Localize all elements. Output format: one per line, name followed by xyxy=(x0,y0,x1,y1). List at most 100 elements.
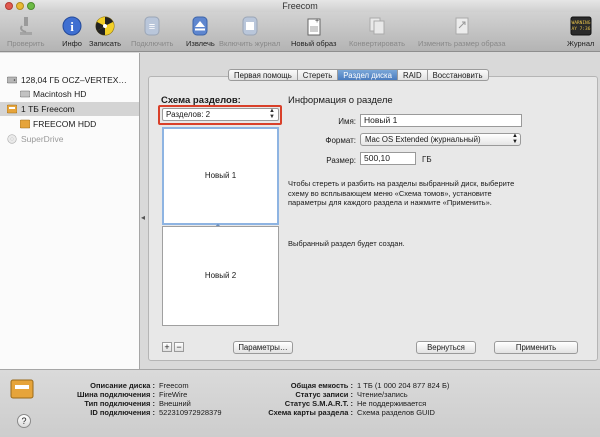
zoom-window-button[interactable] xyxy=(27,2,35,10)
name-label: Имя: xyxy=(338,117,356,126)
tab-raid[interactable]: RAID xyxy=(397,69,428,81)
volume-icon xyxy=(20,90,30,98)
detail-value: Чтение/запись xyxy=(357,390,408,399)
sidebar-item-label: Macintosh HD xyxy=(33,89,87,99)
partition-label: Новый 1 xyxy=(204,171,237,180)
toolbar-burn-label: Записать xyxy=(89,39,122,48)
toolbar-burn-button[interactable]: Записать xyxy=(89,15,121,48)
add-partition-button[interactable]: + xyxy=(162,342,172,352)
toolbar-verify-button[interactable]: Проверить xyxy=(7,15,45,48)
detail-value: 522310972928379 xyxy=(159,408,222,417)
tab-partition[interactable]: Раздел диска xyxy=(338,69,398,81)
svg-text:WARNING: WARNING xyxy=(571,20,590,26)
select-arrows-icon: ▲ ▼ xyxy=(269,108,275,120)
scheme-select-value: Разделов: 2 xyxy=(166,110,211,119)
partition-label: Новый 2 xyxy=(204,271,237,280)
close-window-button[interactable] xyxy=(5,2,13,10)
toolbar-convert-button[interactable]: Конвертировать xyxy=(349,15,405,48)
toolbar-eject-button[interactable]: Извлечь xyxy=(186,15,215,48)
hard-drive-icon xyxy=(7,76,17,84)
format-select[interactable]: Mac OS Extended (журнальный) ▲ ▼ xyxy=(360,133,521,146)
partition-block-2[interactable]: Новый 2 xyxy=(162,226,279,326)
splitter-handle-icon[interactable]: ◂ xyxy=(141,213,145,222)
remove-partition-button[interactable]: − xyxy=(174,342,184,352)
detail-value: Не поддерживается xyxy=(357,399,427,408)
mount-icon: ≡ xyxy=(141,15,163,37)
optical-drive-icon xyxy=(7,134,17,144)
toolbar-mount-label: Подключить xyxy=(131,39,174,48)
detail-label: Статус S.M.A.R.T. : xyxy=(284,399,353,408)
toolbar-eject-label: Извлечь xyxy=(186,39,215,48)
sidebar-item-label: SuperDrive xyxy=(21,134,64,144)
microscope-icon xyxy=(15,15,37,37)
svg-text:i: i xyxy=(70,19,74,34)
sidebar-item-label: 128,04 ГБ OCZ–VERTEX… xyxy=(21,75,127,85)
help-button[interactable]: ? xyxy=(17,414,31,428)
size-field[interactable]: 500,10 xyxy=(360,152,416,165)
sidebar-item-freecom-hdd[interactable]: FREECOM HDD xyxy=(0,117,139,131)
svg-text:+: + xyxy=(315,18,319,25)
options-button[interactable]: Параметры… xyxy=(233,341,293,354)
sidebar-item-ocz-vertex[interactable]: 128,04 ГБ OCZ–VERTEX… xyxy=(0,73,139,87)
size-unit: ГБ xyxy=(422,155,432,164)
external-drive-icon xyxy=(10,379,34,399)
revert-button[interactable]: Вернуться xyxy=(416,341,476,354)
detail-label: Описание диска : xyxy=(90,381,155,390)
detail-label: Шина подключения : xyxy=(76,390,155,399)
external-drive-icon xyxy=(7,104,17,114)
toolbar-info-button[interactable]: i Инфо xyxy=(61,15,83,48)
toolbar-enable-journal-label: Включить журнал xyxy=(219,39,281,48)
journal-enable-icon xyxy=(239,15,261,37)
select-arrows-icon: ▲ ▼ xyxy=(512,133,518,145)
toolbar-new-image-button[interactable]: + Новый образ xyxy=(291,15,336,48)
detail-label: Тип подключения : xyxy=(84,399,155,408)
sidebar-item-label: 1 ТБ Freecom xyxy=(21,104,75,114)
toolbar-resize-image-label: Изменить размер образа xyxy=(418,39,506,48)
toolbar-convert-label: Конвертировать xyxy=(349,39,405,48)
partition-block-1[interactable]: Новый 1 xyxy=(162,127,279,225)
new-image-icon: + xyxy=(303,15,325,37)
toolbar-info-label: Инфо xyxy=(62,39,82,48)
toolbar-enable-journal-button[interactable]: Включить журнал xyxy=(219,15,280,48)
format-label: Формат: xyxy=(325,136,356,145)
detail-value: Внешний xyxy=(159,399,191,408)
volume-icon xyxy=(20,119,30,129)
disk-details-bar: Описание диска : Freecom Шина подключени… xyxy=(0,369,600,437)
tab-bar: Первая помощь Стереть Раздел диска RAID … xyxy=(228,69,489,81)
tab-first-aid[interactable]: Первая помощь xyxy=(228,69,298,81)
info-icon: i xyxy=(61,15,83,37)
sidebar-item-superdrive[interactable]: SuperDrive xyxy=(0,132,139,146)
scheme-select[interactable]: Разделов: 2 ▲ ▼ xyxy=(162,108,279,121)
toolbar-new-image-label: Новый образ xyxy=(291,39,337,48)
sidebar-item-macintosh-hd[interactable]: Macintosh HD xyxy=(0,87,139,101)
partition-info-title: Информация о разделе xyxy=(288,95,393,106)
svg-text:≡: ≡ xyxy=(149,21,155,33)
detail-value: 1 ТБ (1 000 204 877 824 Б) xyxy=(357,381,450,390)
toolbar-log-button[interactable]: WARNING AY 7:36 Журнал xyxy=(567,15,594,48)
name-field[interactable]: Новый 1 xyxy=(360,114,522,127)
eject-icon xyxy=(189,15,211,37)
partition-status: Выбранный раздел будет создан. xyxy=(288,239,405,248)
size-label: Размер: xyxy=(326,156,356,165)
tab-restore[interactable]: Восстановить xyxy=(427,69,489,81)
tab-erase[interactable]: Стереть xyxy=(297,69,339,81)
svg-text:AY 7:36: AY 7:36 xyxy=(571,26,590,32)
resize-image-icon xyxy=(451,15,473,37)
partition-description: Чтобы стереть и разбить на разделы выбра… xyxy=(288,179,515,207)
detail-value: FireWire xyxy=(159,390,188,399)
apply-button[interactable]: Применить xyxy=(494,341,578,354)
minimize-window-button[interactable] xyxy=(16,2,24,10)
sidebar-item-freecom-disk[interactable]: 1 ТБ Freecom xyxy=(0,102,139,116)
toolbar-verify-label: Проверить xyxy=(7,39,45,48)
toolbar-mount-button[interactable]: ≡ Подключить xyxy=(131,15,173,48)
detail-value: Схема разделов GUID xyxy=(357,408,435,417)
title-bar: Freecom xyxy=(0,0,600,12)
toolbar-resize-image-button[interactable]: Изменить размер образа xyxy=(418,15,506,48)
detail-value: Freecom xyxy=(159,381,189,390)
toolbar: Проверить i Инфо Записать ≡ Подключить И… xyxy=(0,12,600,52)
log-icon: WARNING AY 7:36 xyxy=(570,15,592,37)
window-title: Freecom xyxy=(282,1,318,11)
detail-label: Схема карты раздела : xyxy=(268,408,353,417)
toolbar-log-label: Журнал xyxy=(567,39,595,48)
convert-icon xyxy=(366,15,388,37)
